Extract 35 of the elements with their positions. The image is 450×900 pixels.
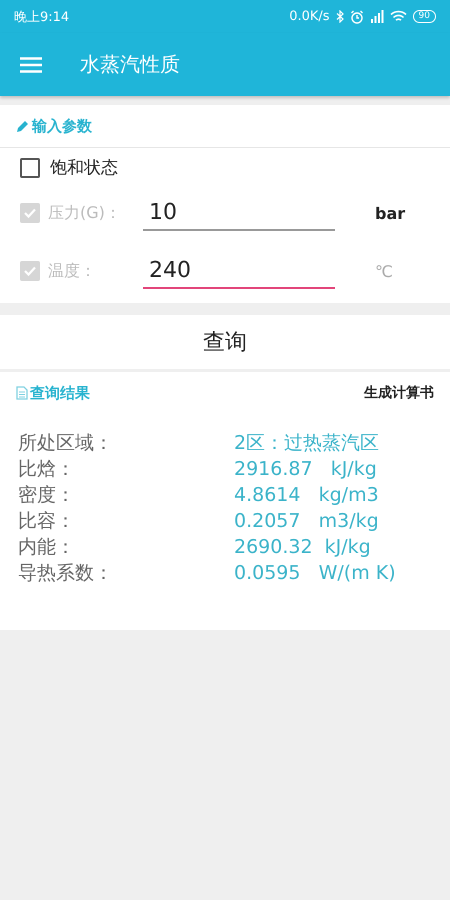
result-value: 4.8614 kg/m3 xyxy=(234,483,380,508)
result-label: 比焓： xyxy=(18,457,76,482)
unit-label: ℃ xyxy=(375,262,393,280)
result-label: 内能： xyxy=(18,535,76,560)
field-label: 温度： xyxy=(48,260,97,282)
network-speed: 0.0K/s xyxy=(289,9,330,24)
signal-icon xyxy=(370,10,384,23)
pencil-icon xyxy=(16,119,30,133)
bluetooth-icon xyxy=(336,10,344,23)
section-title: 输入参数 xyxy=(32,116,92,136)
status-time: 晚上9:14 xyxy=(14,8,70,26)
alarm-icon xyxy=(350,10,364,24)
result-value: 0.0595 W/(m K) xyxy=(234,561,397,586)
result-value: 0.2057 m3/kg xyxy=(234,509,380,534)
report-link[interactable]: 生成计算书 xyxy=(364,384,434,402)
result-value: 2916.87 kJ/kg xyxy=(234,457,378,482)
checkmark-icon xyxy=(23,264,37,278)
wifi-icon xyxy=(390,10,407,23)
app-title: 水蒸汽性质 xyxy=(80,51,180,78)
battery-indicator: 90 xyxy=(412,10,436,23)
checkbox-label: 饱和状态 xyxy=(50,157,118,179)
result-label: 比容： xyxy=(18,509,76,534)
result-label: 所处区域： xyxy=(18,431,114,456)
document-icon xyxy=(16,386,28,400)
result-label: 导热系数： xyxy=(18,561,114,586)
result-value: 2区：过热蒸汽区 xyxy=(234,431,380,456)
menu-icon[interactable] xyxy=(20,56,42,72)
checkmark-icon xyxy=(23,206,37,220)
section-title: 查询结果 xyxy=(30,384,90,402)
result-label: 密度： xyxy=(18,483,76,508)
field-label: 压力(G)： xyxy=(48,202,122,224)
checkbox[interactable] xyxy=(20,158,40,178)
result-value: 2690.32 kJ/kg xyxy=(234,535,372,560)
query-button[interactable]: 查询 xyxy=(0,315,450,369)
unit-label: bar xyxy=(375,204,406,222)
